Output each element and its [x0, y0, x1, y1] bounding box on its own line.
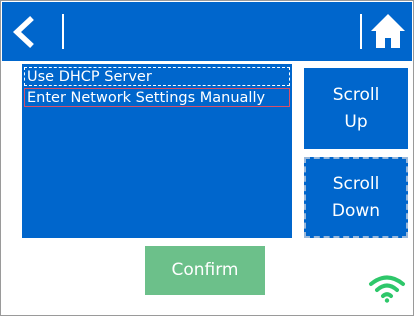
- chevron-left-icon: [12, 15, 34, 49]
- confirm-button[interactable]: Confirm: [145, 246, 265, 295]
- header-divider-right: [360, 14, 362, 49]
- scroll-up-label-line1: Scroll: [332, 84, 380, 105]
- scroll-up-button[interactable]: Scroll Up: [304, 68, 408, 149]
- scroll-down-label-line2: Down: [331, 200, 381, 221]
- option-use-dhcp[interactable]: Use DHCP Server: [24, 67, 290, 86]
- wifi-icon: [369, 275, 405, 303]
- option-manual-settings[interactable]: Enter Network Settings Manually: [24, 88, 290, 107]
- home-button[interactable]: [364, 2, 412, 61]
- scroll-down-button[interactable]: Scroll Down: [304, 157, 408, 238]
- header-divider-left: [62, 14, 64, 49]
- home-icon: [371, 14, 405, 48]
- scroll-up-label-line2: Up: [344, 111, 368, 132]
- back-button[interactable]: [2, 2, 62, 61]
- top-bar: [2, 2, 412, 61]
- scroll-down-label-line1: Scroll: [332, 173, 380, 194]
- network-mode-list: Use DHCP Server Enter Network Settings M…: [22, 64, 292, 238]
- screen-frame: Use DHCP Server Enter Network Settings M…: [0, 0, 414, 316]
